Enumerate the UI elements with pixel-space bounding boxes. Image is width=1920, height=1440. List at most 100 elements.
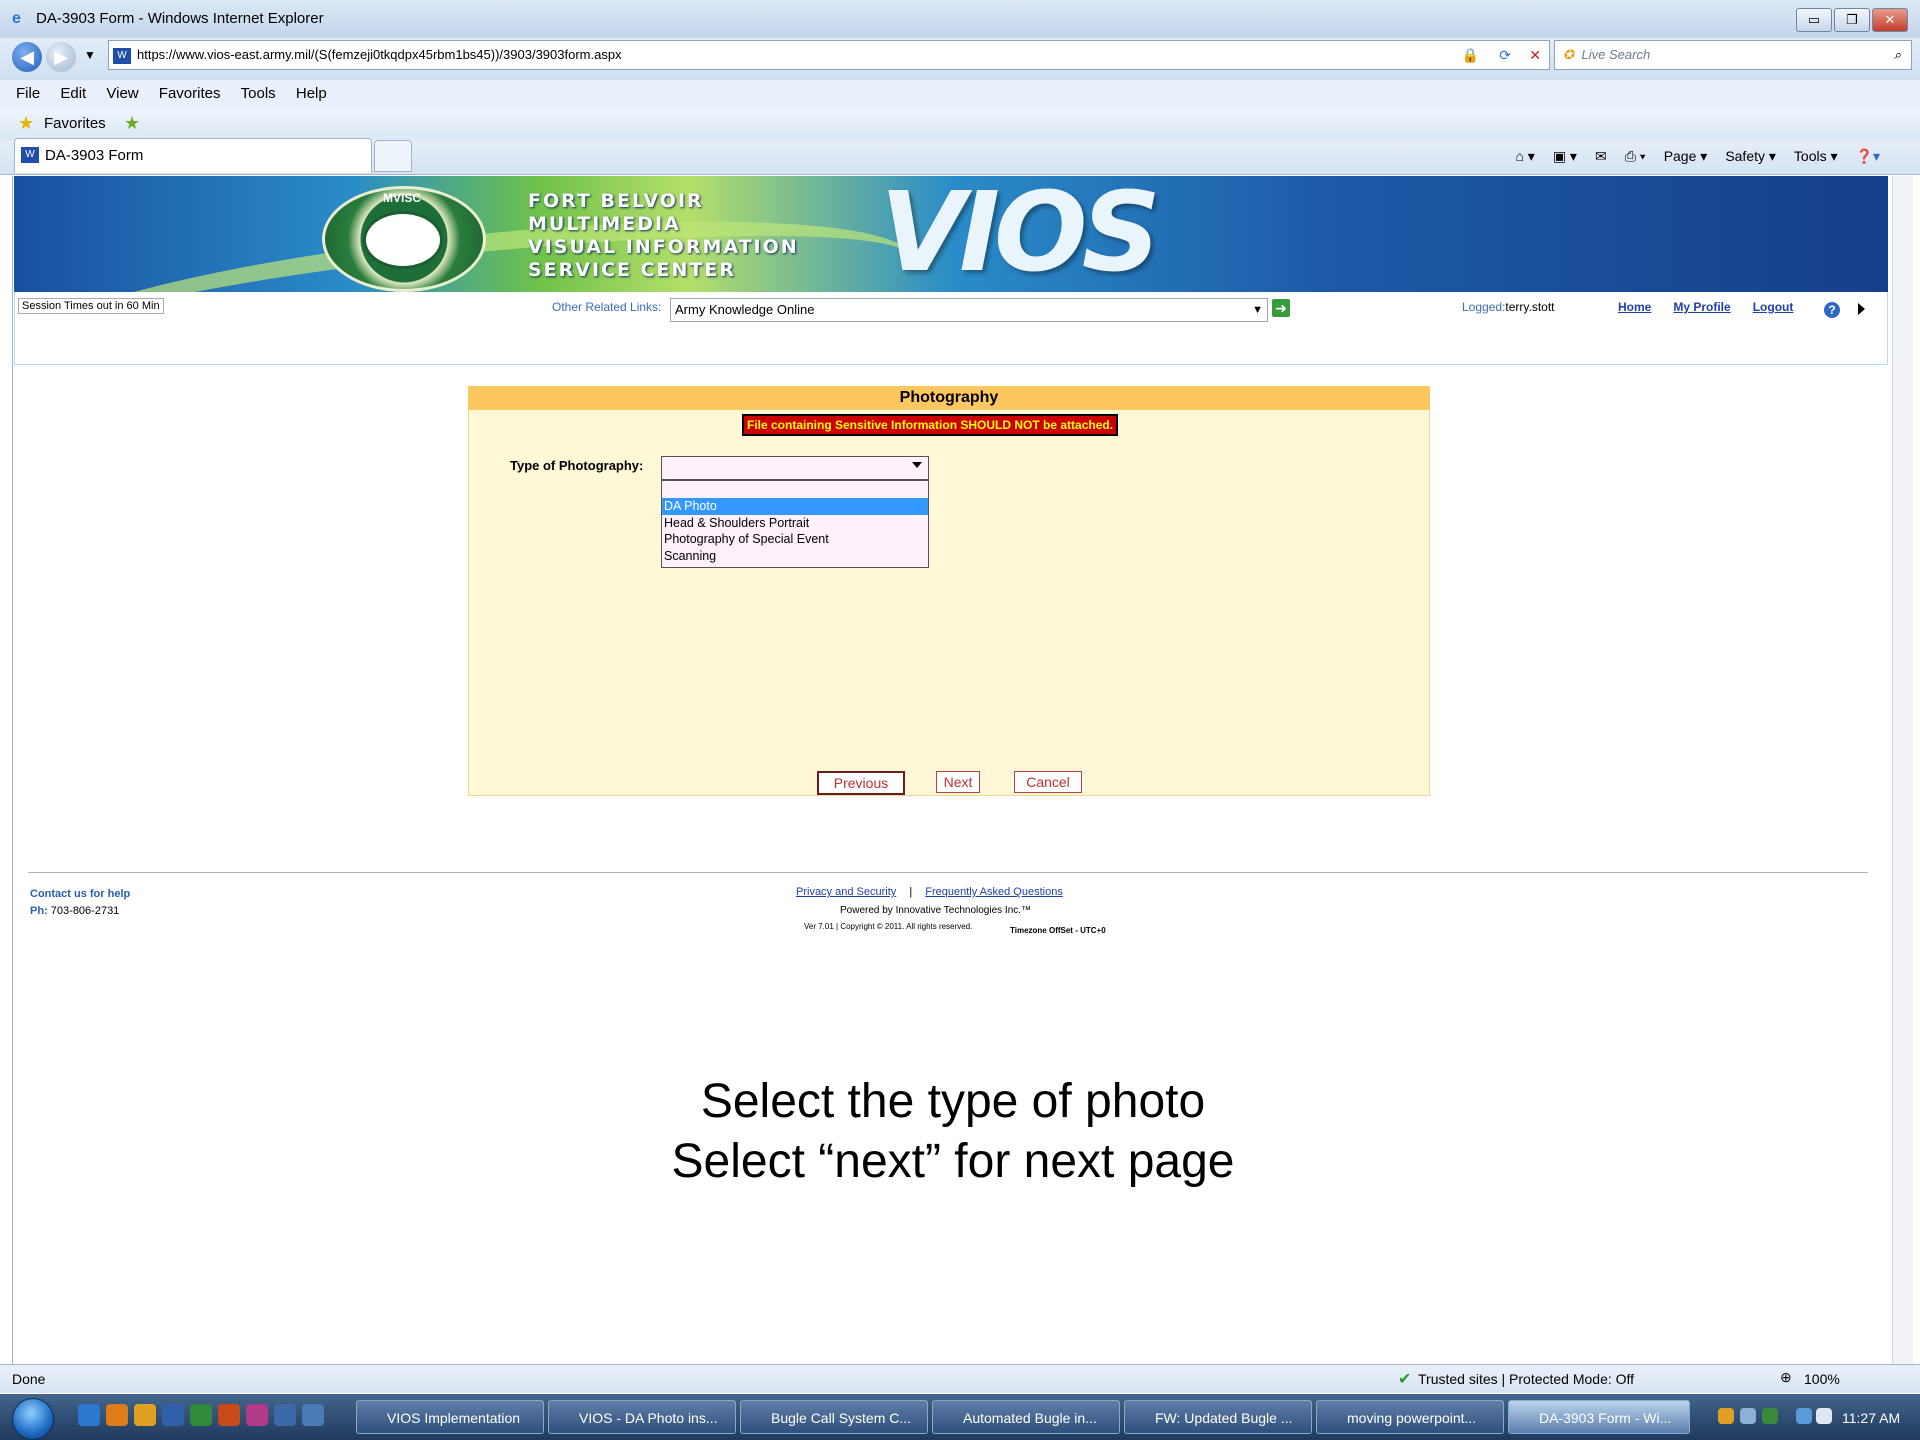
powerpoint-quicklaunch-icon[interactable] xyxy=(218,1404,240,1426)
search-placeholder: Live Search xyxy=(1581,47,1651,62)
minimize-button[interactable]: ▭ xyxy=(1796,8,1832,32)
window-titlebar: e DA-3903 Form - Windows Internet Explor… xyxy=(0,0,1920,43)
menu-favorites[interactable]: Favorites xyxy=(159,80,221,108)
option-blank[interactable] xyxy=(662,481,928,498)
banner-line2: MULTIMEDIA xyxy=(528,213,681,235)
stop-icon[interactable]: ✕ xyxy=(1529,41,1541,69)
network-icon[interactable] xyxy=(1796,1408,1812,1424)
instruction-line1: Select the type of photo xyxy=(700,1075,1206,1128)
other-links-label: Other Related Links: xyxy=(552,300,662,314)
expand-arrow-icon[interactable] xyxy=(1858,303,1865,315)
tray-icon-1[interactable] xyxy=(1718,1408,1734,1424)
instruction-caption: Select the type of photo Select “next” f… xyxy=(0,1072,1906,1192)
powered-by: Powered by Innovative Technologies Inc.™ xyxy=(840,905,1032,916)
form-title: Photography xyxy=(468,386,1430,410)
home-link[interactable]: Home xyxy=(1618,300,1651,314)
desktop-quicklaunch-icon[interactable] xyxy=(274,1404,296,1426)
address-bar[interactable]: Whttps://www.vios-east.army.mil/(S(femze… xyxy=(108,40,1550,70)
taskbar-item-bugle-call[interactable]: Bugle Call System C... xyxy=(740,1400,928,1434)
url-text: https://www.vios-east.army.mil/(S(femzej… xyxy=(137,47,622,62)
menu-file[interactable]: File xyxy=(16,80,40,108)
privacy-link[interactable]: Privacy and Security xyxy=(796,886,896,898)
firefox-quicklaunch-icon[interactable] xyxy=(106,1404,128,1426)
ie-quicklaunch-icon[interactable] xyxy=(78,1404,100,1426)
taskbar-item-fw-updated-bugle[interactable]: FW: Updated Bugle ... xyxy=(1124,1400,1312,1434)
faq-link[interactable]: Frequently Asked Questions xyxy=(925,886,1063,898)
option-head-shoulders[interactable]: Head & Shoulders Portrait xyxy=(662,515,928,532)
phone-number: 703-806-2731 xyxy=(50,905,120,917)
menu-edit[interactable]: Edit xyxy=(60,80,86,108)
taskbar-item-automated-bugle[interactable]: Automated Bugle in... xyxy=(932,1400,1120,1434)
banner-title: FORT BELVOIR MULTIMEDIA VISUAL INFORMATI… xyxy=(528,190,799,282)
next-button[interactable]: Next xyxy=(936,771,980,793)
option-scanning[interactable]: Scanning xyxy=(662,548,928,565)
logout-link[interactable]: Logout xyxy=(1753,300,1794,314)
search-box[interactable]: ✪ Live Search ⌕ xyxy=(1554,40,1912,70)
outlook-quicklaunch-icon[interactable] xyxy=(134,1404,156,1426)
forward-button[interactable]: ▶ xyxy=(46,42,76,72)
taskbar-item-da3903-form[interactable]: DA-3903 Form - Wi... xyxy=(1508,1400,1690,1434)
mail-icon[interactable]: ✉ xyxy=(1595,142,1607,170)
contact-help-link[interactable]: Contact us for help xyxy=(30,886,130,903)
menu-tools[interactable]: Tools xyxy=(241,80,276,108)
timezone-offset: Timezone OffSet - UTC+0 xyxy=(1010,926,1106,935)
my-profile-link[interactable]: My Profile xyxy=(1673,300,1730,314)
switch-quicklaunch-icon[interactable] xyxy=(302,1404,324,1426)
type-of-photography-select[interactable] xyxy=(661,456,929,480)
add-favorite-icon[interactable]: ★ xyxy=(124,113,140,134)
close-button[interactable]: ✕ xyxy=(1872,8,1908,32)
top-links: Home My Profile Logout xyxy=(1618,300,1815,314)
start-button[interactable] xyxy=(12,1398,54,1440)
home-icon[interactable]: ⌂ ▾ xyxy=(1515,142,1534,170)
banner-line1: FORT BELVOIR xyxy=(528,190,704,212)
maximize-button[interactable]: ❐ xyxy=(1834,8,1870,32)
cancel-button[interactable]: Cancel xyxy=(1014,771,1082,793)
word-quicklaunch-icon[interactable] xyxy=(162,1404,184,1426)
lock-icon[interactable]: 🔒 xyxy=(1462,41,1479,69)
tray-icon-2[interactable] xyxy=(1740,1408,1756,1424)
app-quicklaunch-icon[interactable] xyxy=(246,1404,268,1426)
volume-icon[interactable] xyxy=(1816,1408,1832,1424)
page-menu[interactable]: Page ▾ xyxy=(1664,142,1708,170)
excel-quicklaunch-icon[interactable] xyxy=(190,1404,212,1426)
help-icon[interactable]: ❓▾ xyxy=(1856,142,1880,170)
back-button[interactable]: ◀ xyxy=(12,42,42,72)
menu-help[interactable]: Help xyxy=(296,80,327,108)
zoom-level[interactable]: 100% xyxy=(1804,1371,1840,1387)
safety-menu[interactable]: Safety ▾ xyxy=(1725,142,1776,170)
logged-username: terry.stott xyxy=(1505,300,1555,314)
new-tab-button[interactable] xyxy=(374,140,412,172)
logged-label: Logged: xyxy=(1462,300,1506,314)
favorites-star-icon: ★ xyxy=(18,113,35,133)
search-icon[interactable]: ⌕ xyxy=(1894,41,1901,69)
select-arrow-icon xyxy=(912,462,922,468)
related-links-select[interactable]: Army Knowledge Online ▼ xyxy=(670,298,1268,322)
zoom-icon: ⊕ xyxy=(1780,1369,1792,1385)
tray-icon-3[interactable] xyxy=(1762,1408,1778,1424)
menu-view[interactable]: View xyxy=(106,80,138,108)
help-icon[interactable]: ? xyxy=(1824,302,1840,318)
tools-menu[interactable]: Tools ▾ xyxy=(1794,142,1838,170)
favorites-button[interactable]: Favorites xyxy=(44,115,106,132)
taskbar-item-moving-powerpoint[interactable]: moving powerpoint... xyxy=(1316,1400,1504,1434)
status-bar: Done ✔ Trusted sites | Protected Mode: O… xyxy=(0,1364,1920,1393)
refresh-icon[interactable]: ⟳ xyxy=(1499,41,1511,69)
banner-line4: SERVICE CENTER xyxy=(528,259,736,281)
option-da-photo[interactable]: DA Photo xyxy=(662,498,928,515)
security-zone[interactable]: Trusted sites | Protected Mode: Off xyxy=(1418,1371,1634,1387)
sensitive-info-warning: File containing Sensitive Information SH… xyxy=(742,414,1119,436)
history-dropdown-icon[interactable]: ▼ xyxy=(84,48,96,62)
contact-info: Contact us for help Ph: 703-806-2731 xyxy=(30,886,130,920)
related-links-value: Army Knowledge Online xyxy=(675,302,815,317)
site-icon: W xyxy=(113,47,131,64)
taskbar-clock[interactable]: 11:27 AM xyxy=(1842,1410,1900,1426)
previous-button[interactable]: Previous xyxy=(817,771,905,795)
tab-site-icon: W xyxy=(21,147,39,163)
option-special-event[interactable]: Photography of Special Event xyxy=(662,531,928,548)
print-icon[interactable]: ⎙ ▾ xyxy=(1625,142,1646,170)
go-arrow-button[interactable]: ➜ xyxy=(1272,299,1290,317)
taskbar-item-vios-da-photo[interactable]: VIOS - DA Photo ins... xyxy=(548,1400,736,1434)
taskbar-item-vios-implementation[interactable]: VIOS Implementation xyxy=(356,1400,544,1434)
tab-da3903[interactable]: W DA-3903 Form xyxy=(14,138,372,173)
feeds-icon[interactable]: ▣ ▾ xyxy=(1553,142,1577,170)
